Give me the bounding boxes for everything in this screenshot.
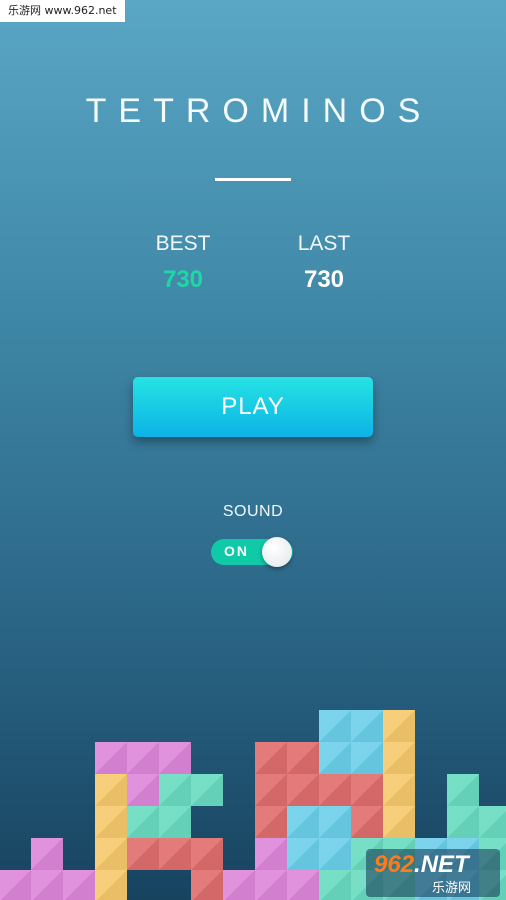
block-cell <box>383 806 415 838</box>
block-cell <box>319 710 351 742</box>
block-cell <box>95 870 127 900</box>
falling-blocks-decoration <box>0 710 506 900</box>
block-cell <box>127 774 159 806</box>
block-cell <box>351 806 383 838</box>
block-cell <box>95 806 127 838</box>
block-cell <box>255 742 287 774</box>
block-cell <box>255 806 287 838</box>
block-cell <box>191 774 223 806</box>
block-cell <box>287 806 319 838</box>
block-cell <box>383 774 415 806</box>
block-cell <box>351 742 383 774</box>
block-cell <box>319 742 351 774</box>
block-cell <box>127 806 159 838</box>
block-cell <box>447 774 479 806</box>
block-cell <box>255 838 287 870</box>
block-cell <box>287 838 319 870</box>
block-cell <box>287 870 319 900</box>
watermark-logo: 962.NET 乐游网 <box>366 849 500 897</box>
block-cell <box>223 870 255 900</box>
block-cell <box>319 838 351 870</box>
block-cell <box>351 710 383 742</box>
block-cell <box>255 774 287 806</box>
block-cell <box>95 774 127 806</box>
block-cell <box>319 870 351 900</box>
block-cell <box>287 774 319 806</box>
block-cell <box>255 870 287 900</box>
block-cell <box>95 742 127 774</box>
block-cell <box>31 838 63 870</box>
block-cell <box>319 774 351 806</box>
block-cell <box>287 742 319 774</box>
block-cell <box>383 742 415 774</box>
block-cell <box>127 838 159 870</box>
block-cell <box>159 838 191 870</box>
block-cell <box>191 870 223 900</box>
block-cell <box>63 870 95 900</box>
block-cell <box>319 806 351 838</box>
watermark-logo-text: 962.NET <box>374 851 469 878</box>
block-cell <box>159 774 191 806</box>
block-cell <box>191 838 223 870</box>
block-cell <box>351 774 383 806</box>
block-cell <box>127 742 159 774</box>
block-cell <box>447 806 479 838</box>
block-cell <box>159 742 191 774</box>
block-cell <box>31 870 63 900</box>
block-cell <box>383 710 415 742</box>
block-cell <box>95 838 127 870</box>
block-cell <box>0 870 31 900</box>
block-cell <box>479 806 506 838</box>
block-cell <box>159 806 191 838</box>
watermark-logo-site: 乐游网 <box>432 881 472 896</box>
